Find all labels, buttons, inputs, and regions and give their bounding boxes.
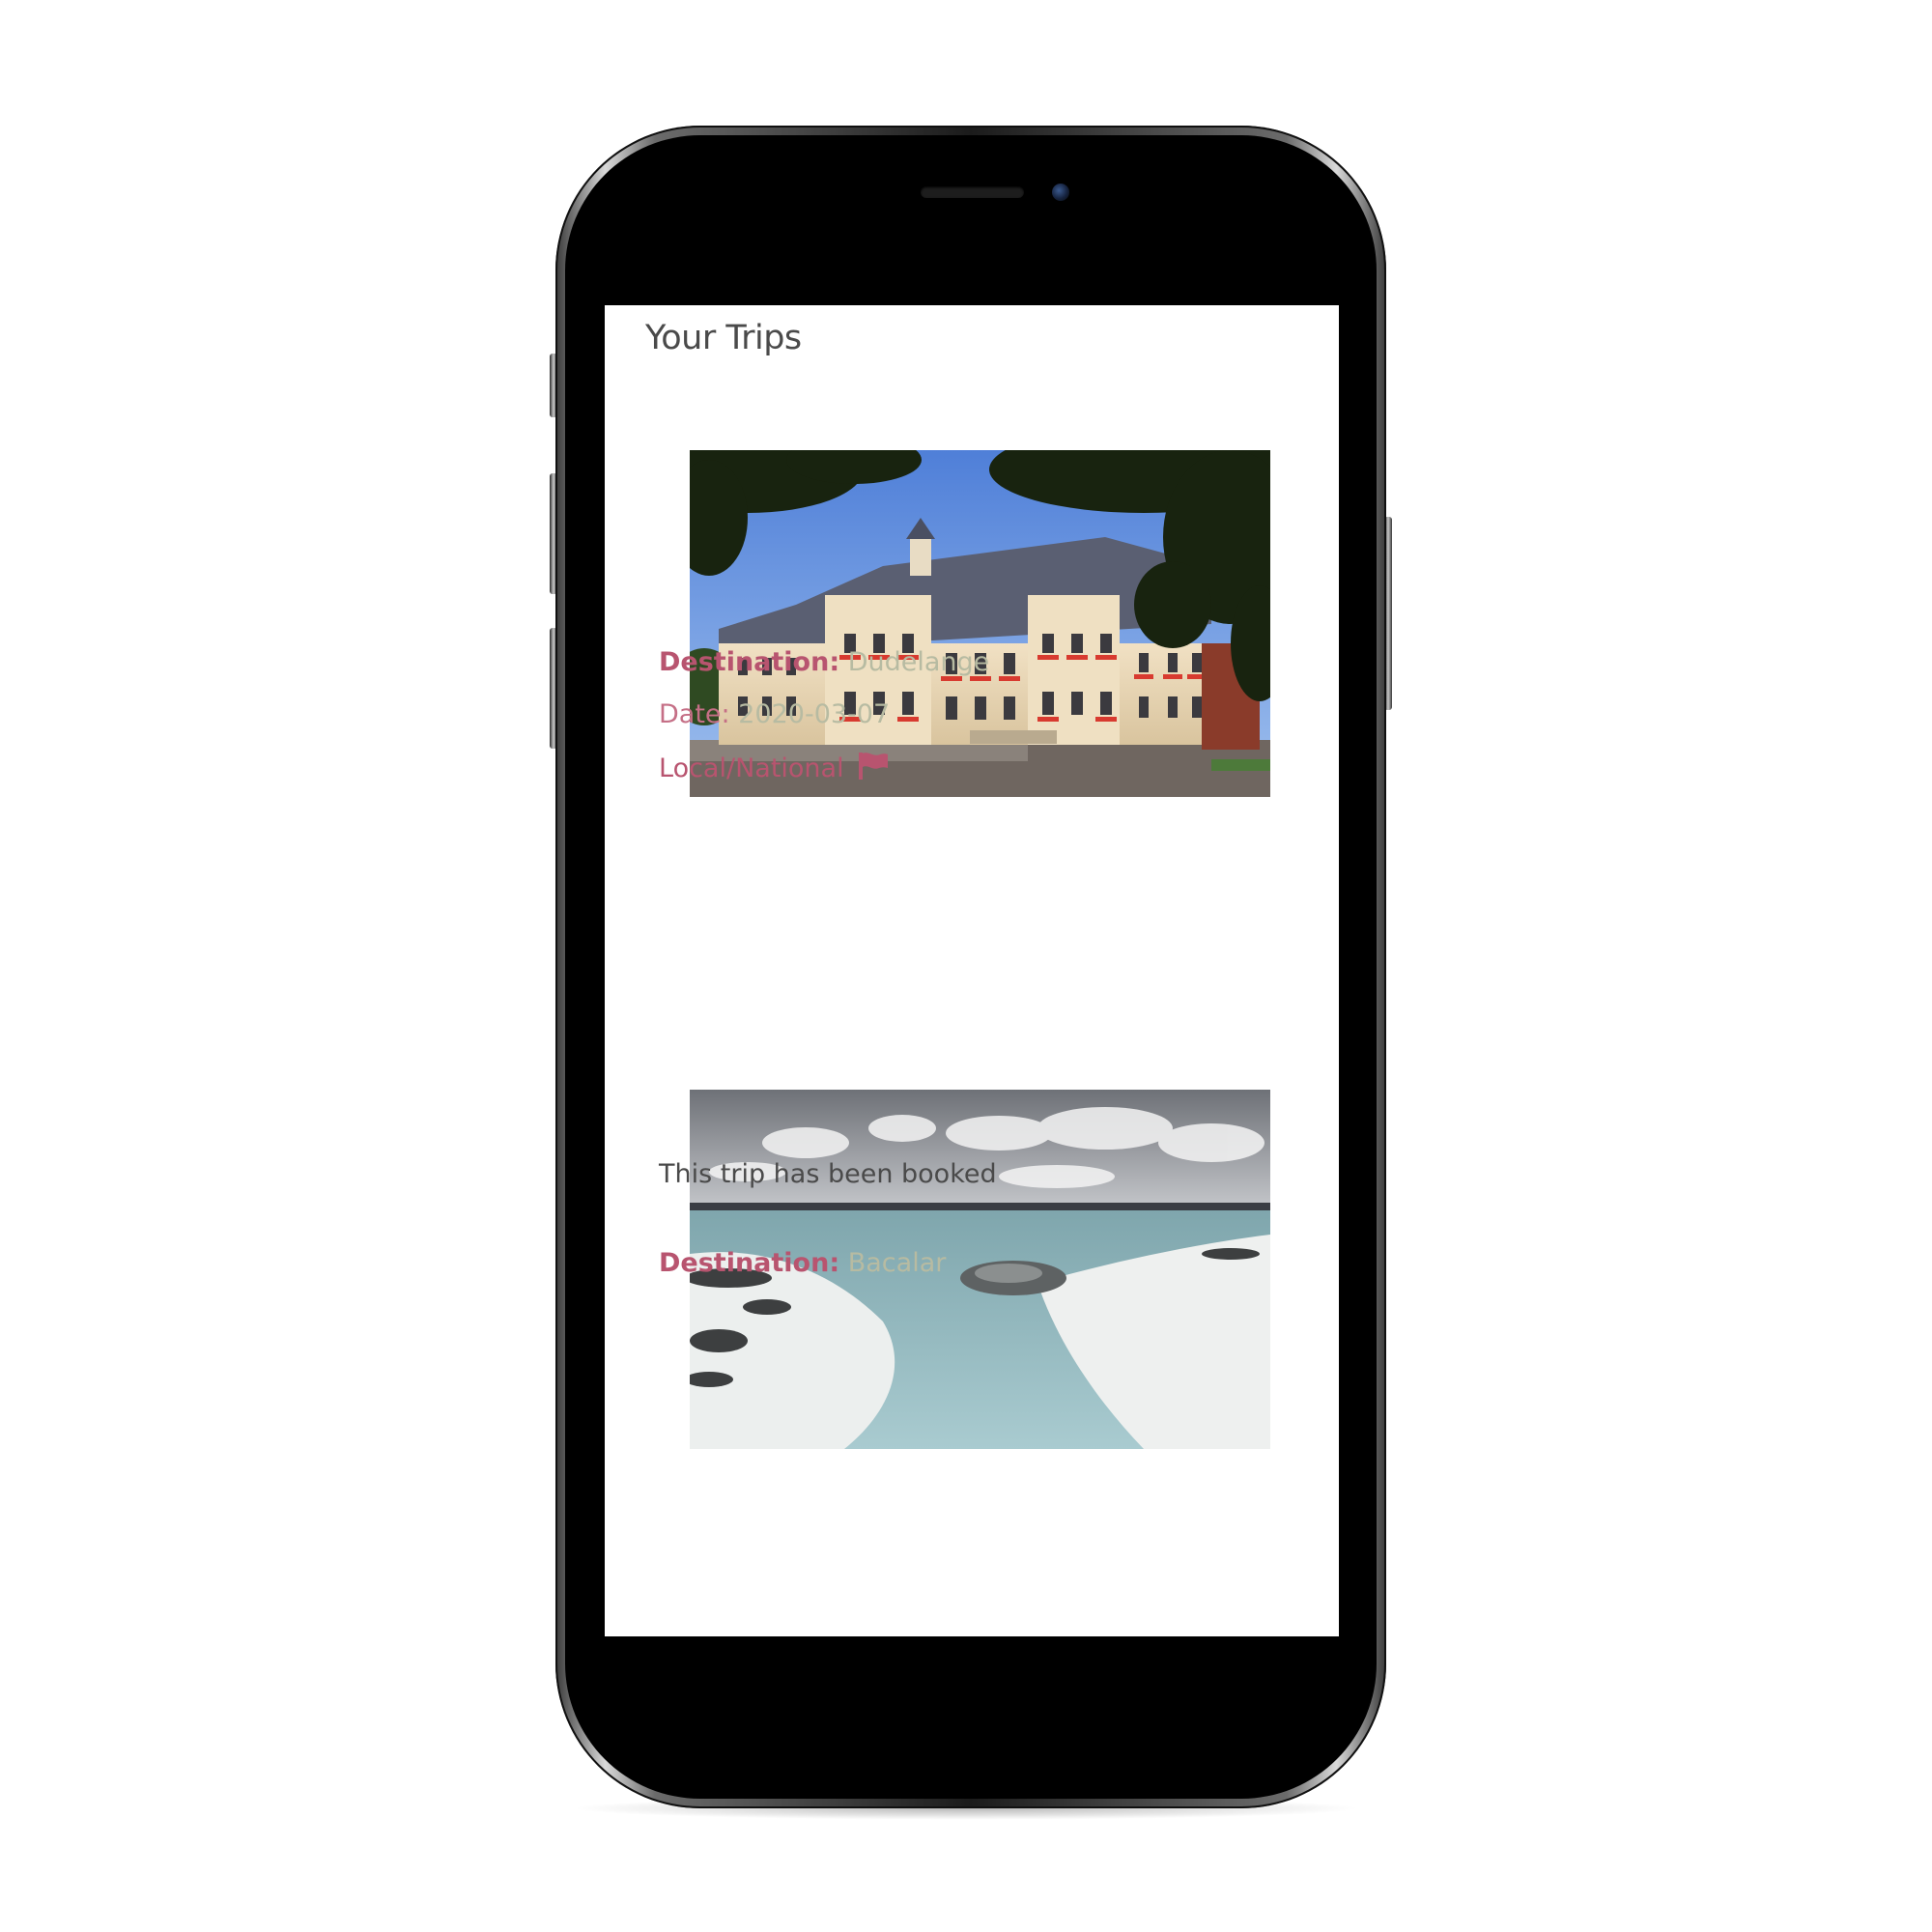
destination-value: Bacalar xyxy=(847,1248,947,1278)
trip-2-status: This trip has been booked xyxy=(659,1159,997,1189)
front-camera-icon xyxy=(1052,184,1069,201)
town-hall-photo xyxy=(690,450,1270,797)
flag-icon xyxy=(858,752,889,787)
destination-value: Dudelange xyxy=(847,647,990,677)
trip-photo-dudelange[interactable] xyxy=(690,450,1270,797)
date-label: Date: xyxy=(659,699,730,729)
page-title: Your Trips xyxy=(645,319,802,357)
destination-label: Destination: xyxy=(659,647,840,677)
date-value: 2020-03-07 xyxy=(738,699,891,729)
destination-label: Destination: xyxy=(659,1248,840,1278)
trip-1-date: Date: 2020-03-07 xyxy=(659,699,890,729)
earpiece-speaker xyxy=(921,186,1024,198)
trip-2-destination: Destination: Bacalar xyxy=(659,1248,946,1278)
phone-screen: Your Trips Destination: Dudelange Date: … xyxy=(605,305,1339,1636)
mockup-stage: Your Trips Destination: Dudelange Date: … xyxy=(0,0,1932,1932)
trip-1-category: Local/National xyxy=(659,752,889,787)
trip-1-destination: Destination: Dudelange xyxy=(659,647,989,677)
category-label: Local/National xyxy=(659,753,844,783)
